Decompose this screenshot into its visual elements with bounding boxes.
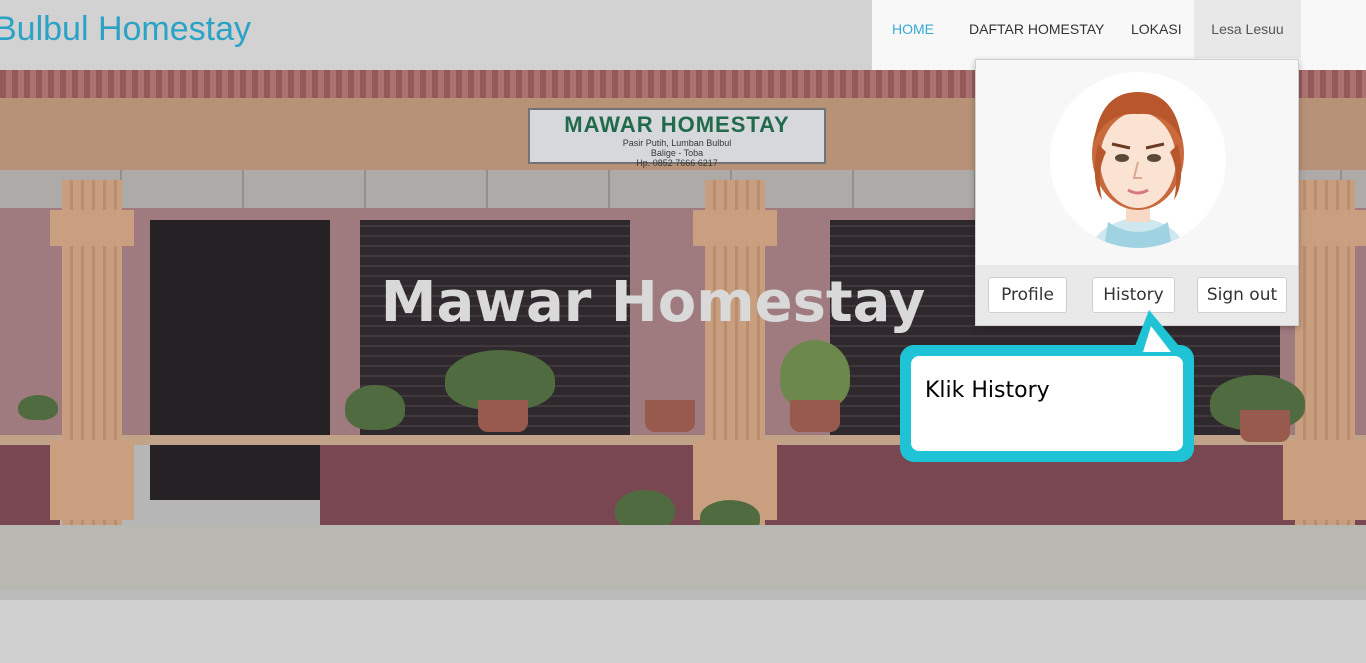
user-avatar bbox=[1050, 72, 1226, 248]
tutorial-callout: Klik History bbox=[900, 345, 1194, 462]
callout-body: Klik History bbox=[911, 356, 1183, 451]
avatar-illustration bbox=[1050, 72, 1226, 248]
user-header bbox=[976, 60, 1298, 265]
history-button[interactable]: History bbox=[1092, 277, 1175, 313]
callout-pointer-inner bbox=[1143, 326, 1171, 352]
brand-logo-text[interactable]: Bulbul Homestay bbox=[0, 10, 251, 49]
sign-out-button[interactable]: Sign out bbox=[1197, 277, 1287, 313]
profile-button[interactable]: Profile bbox=[988, 277, 1067, 313]
nav-daftar-homestay[interactable]: DAFTAR HOMESTAY bbox=[969, 0, 1104, 58]
callout-text: Klik History bbox=[925, 378, 1050, 403]
nav-user-menu[interactable]: Lesa Lesuu bbox=[1194, 0, 1301, 58]
nav-home[interactable]: HOME bbox=[892, 0, 934, 58]
user-dropdown-menu: Profile History Sign out bbox=[975, 59, 1299, 326]
nav-lokasi[interactable]: LOKASI bbox=[1131, 0, 1182, 58]
